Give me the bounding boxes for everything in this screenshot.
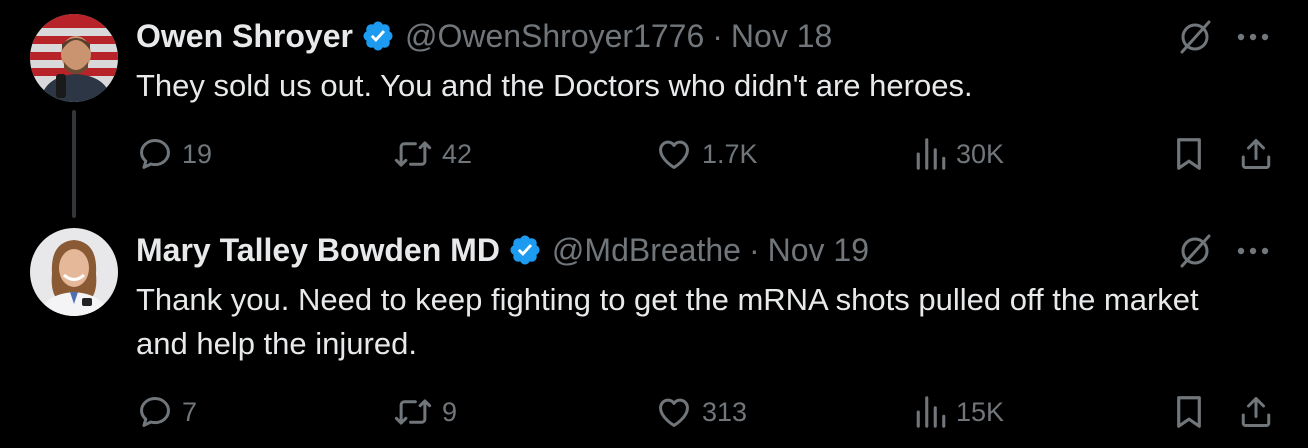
separator-dot: · <box>712 18 723 54</box>
author-name[interactable]: Owen Shroyer <box>136 16 353 56</box>
avatar-image <box>30 228 118 316</box>
like-count: 1.7K <box>702 138 758 169</box>
reply-button[interactable]: 19 <box>136 134 212 174</box>
tweet-text: They sold us out. You and the Doctors wh… <box>136 68 973 103</box>
views-button[interactable]: 30K <box>914 134 1004 174</box>
views-count: 30K <box>956 138 1005 169</box>
tweet-header: Mary Talley Bowden MD @MdBreathe · Nov 1… <box>136 230 869 270</box>
thread-line <box>72 110 76 218</box>
like-button[interactable]: 313 <box>654 392 747 432</box>
repost-count: 9 <box>442 396 458 427</box>
action-bar: 19 42 1.7K 30K <box>136 134 1286 174</box>
bookmark-button[interactable] <box>1172 134 1214 174</box>
like-button[interactable]: 1.7K <box>654 134 758 174</box>
views-button[interactable]: 15K <box>914 392 1004 432</box>
avatar[interactable] <box>30 14 118 102</box>
grok-icon[interactable] <box>1176 232 1214 270</box>
more-icon[interactable] <box>1236 246 1270 256</box>
reply-count: 19 <box>182 138 213 169</box>
tweet-top-icons <box>1176 18 1270 56</box>
grok-icon[interactable] <box>1176 18 1214 56</box>
repost-icon <box>394 141 432 167</box>
tweet-2[interactable]: Mary Talley Bowden MD @MdBreathe · Nov 1… <box>0 220 1308 448</box>
action-bar: 7 9 313 15K <box>136 392 1286 432</box>
repost-icon <box>394 399 432 425</box>
avatar[interactable] <box>30 228 118 316</box>
like-count: 313 <box>702 396 748 427</box>
tweet-date[interactable]: Nov 19 <box>768 230 869 270</box>
bookmark-icon <box>1177 396 1201 428</box>
verified-badge-icon[interactable] <box>508 233 542 267</box>
bookmark-icon <box>1177 138 1201 170</box>
tweet-top-icons <box>1176 232 1270 270</box>
bookmark-button[interactable] <box>1172 392 1214 432</box>
repost-count: 42 <box>442 138 473 169</box>
repost-button[interactable]: 9 <box>392 392 457 432</box>
verified-badge-icon[interactable] <box>361 19 395 53</box>
reply-icon <box>140 397 170 427</box>
share-button[interactable] <box>1238 134 1282 174</box>
reply-icon <box>140 139 170 169</box>
share-icon <box>1241 139 1271 169</box>
views-count: 15K <box>956 396 1005 427</box>
more-icon[interactable] <box>1236 32 1270 42</box>
reply-button[interactable]: 7 <box>136 392 197 432</box>
author-handle[interactable]: @OwenShroyer1776 <box>405 16 704 56</box>
share-icon <box>1241 397 1271 427</box>
tweet-text: Thank you. Need to keep fighting to get … <box>136 282 1199 361</box>
repost-button[interactable]: 42 <box>392 134 472 174</box>
tweet-header: Owen Shroyer @OwenShroyer1776 · Nov 18 <box>136 16 832 56</box>
author-name[interactable]: Mary Talley Bowden MD <box>136 230 500 270</box>
separator-dot: · <box>748 232 760 268</box>
author-handle[interactable]: @MdBreathe <box>552 230 741 270</box>
views-icon <box>916 138 946 170</box>
like-icon <box>659 140 689 169</box>
reply-count: 7 <box>182 396 198 427</box>
avatar-image <box>30 14 118 102</box>
tweet-1[interactable]: Owen Shroyer @OwenShroyer1776 · Nov 18 T… <box>0 0 1308 220</box>
share-button[interactable] <box>1238 392 1282 432</box>
tweet-date[interactable]: Nov 18 <box>731 16 832 56</box>
views-icon <box>916 396 946 428</box>
like-icon <box>659 398 689 427</box>
